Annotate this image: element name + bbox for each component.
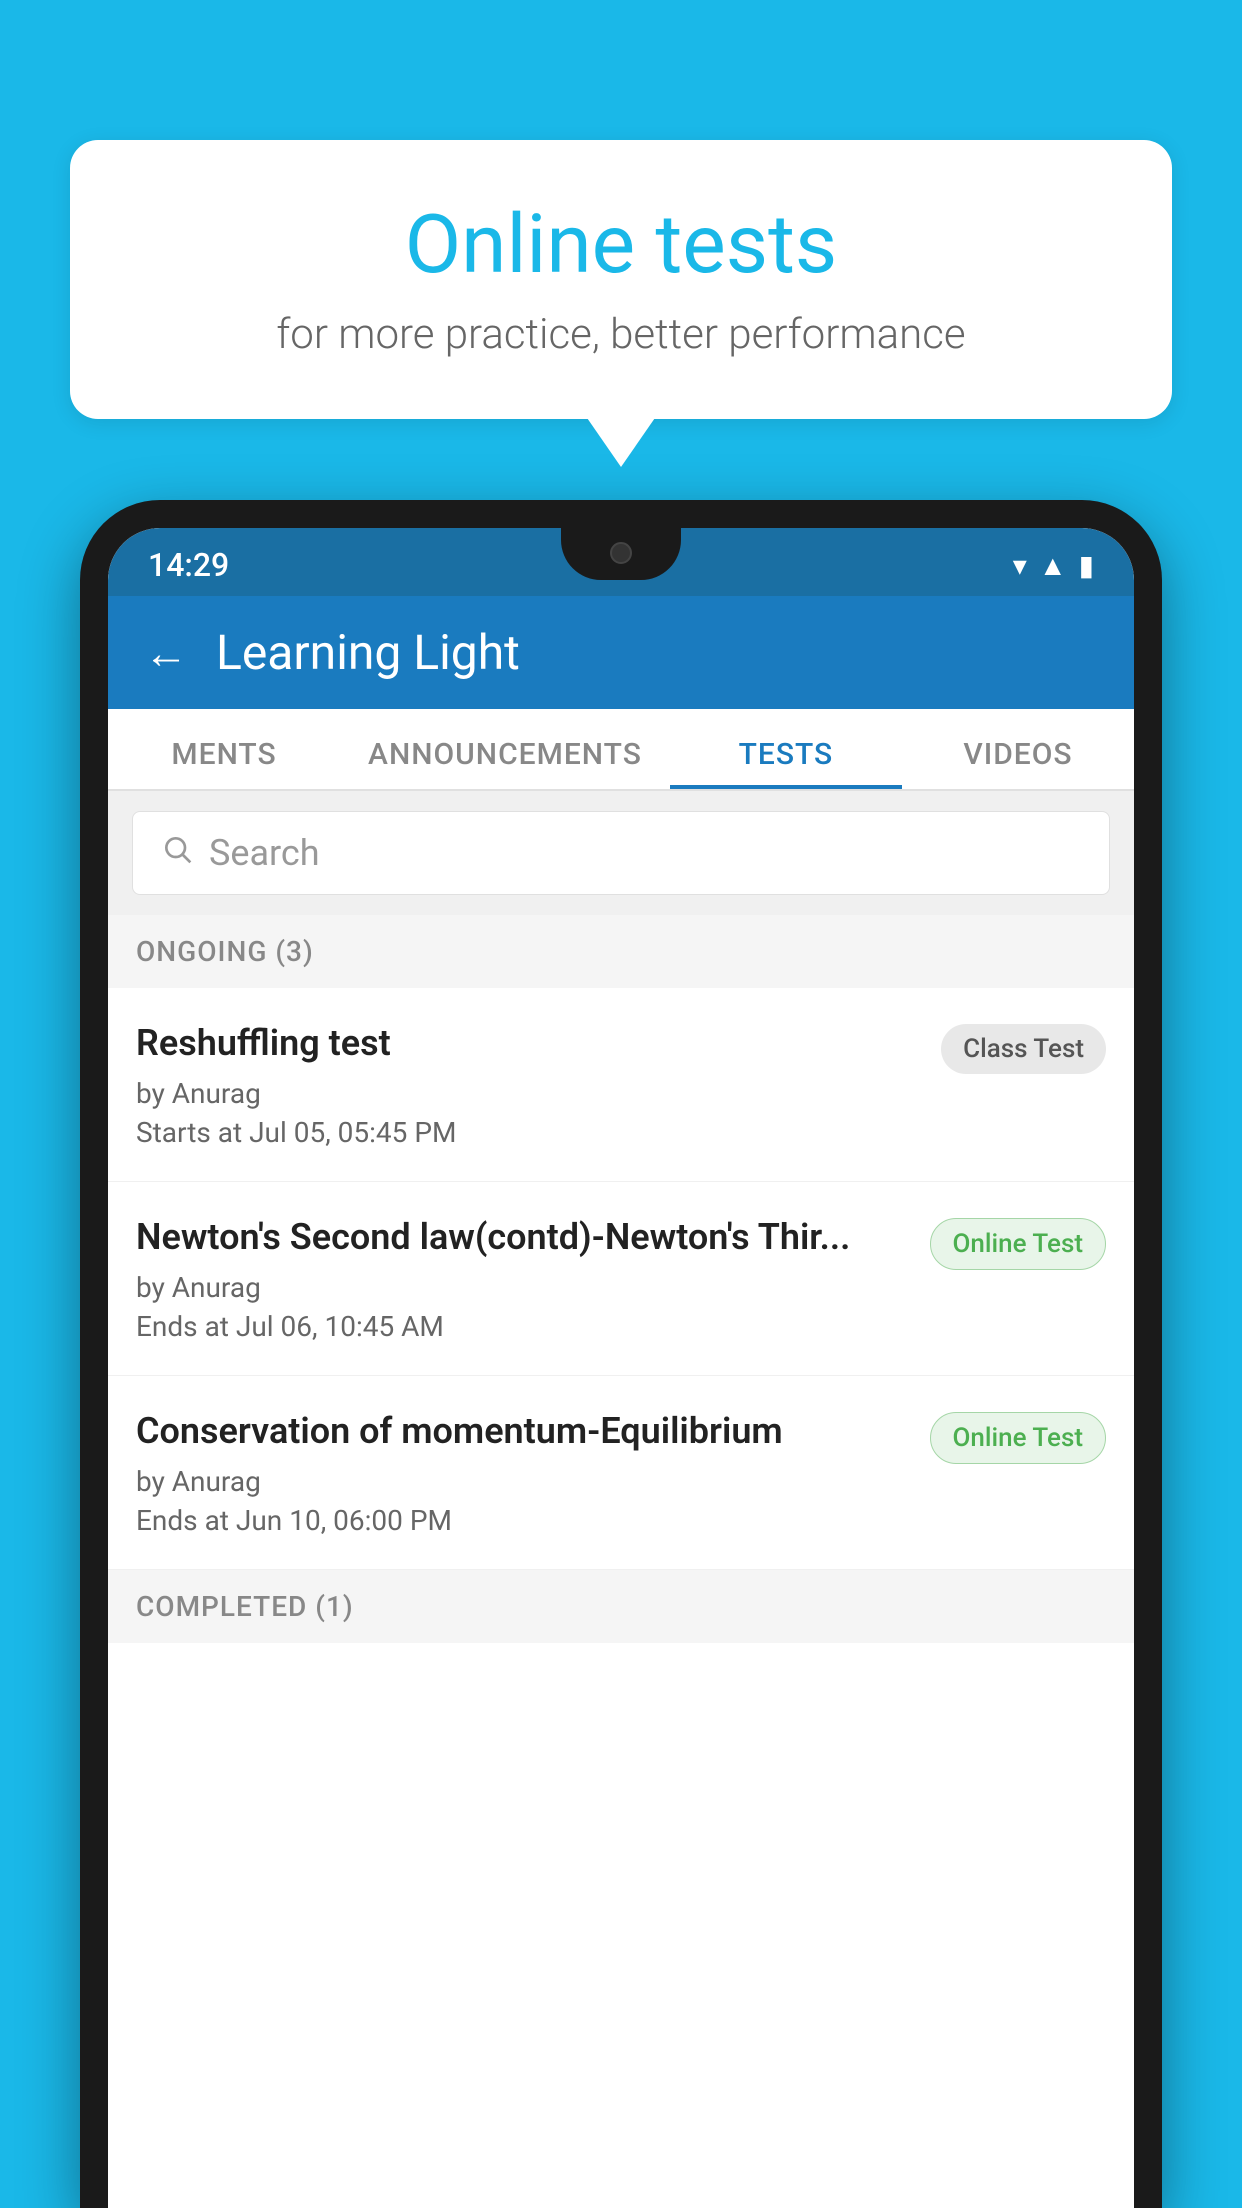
wifi-icon: ▾: [1013, 549, 1027, 582]
test-badge-class: Class Test: [941, 1024, 1106, 1074]
status-icons: ▾ ▲ ▮: [1013, 549, 1094, 582]
test-name: Newton's Second law(contd)-Newton's Thir…: [136, 1214, 910, 1261]
tab-announcements[interactable]: ANNOUNCEMENTS: [340, 709, 670, 789]
notch: [561, 528, 681, 580]
test-item[interactable]: Newton's Second law(contd)-Newton's Thir…: [108, 1182, 1134, 1376]
speech-bubble: Online tests for more practice, better p…: [70, 140, 1172, 419]
test-item[interactable]: Reshuffling test by Anurag Starts at Jul…: [108, 988, 1134, 1182]
test-info: Newton's Second law(contd)-Newton's Thir…: [136, 1214, 930, 1343]
test-time: Ends at Jun 10, 06:00 PM: [136, 1504, 910, 1537]
test-time: Starts at Jul 05, 05:45 PM: [136, 1116, 921, 1149]
bubble-subtitle: for more practice, better performance: [150, 310, 1092, 359]
tab-tests[interactable]: TESTS: [670, 709, 902, 789]
test-name: Conservation of momentum-Equilibrium: [136, 1408, 910, 1455]
completed-section-header: COMPLETED (1): [108, 1570, 1134, 1643]
app-title: Learning Light: [216, 624, 520, 681]
search-container: Search: [108, 791, 1134, 915]
signal-icon: ▲: [1039, 549, 1067, 582]
app-header: ← Learning Light: [108, 596, 1134, 709]
test-author: by Anurag: [136, 1271, 910, 1304]
test-time: Ends at Jul 06, 10:45 AM: [136, 1310, 910, 1343]
phone-frame: 14:29 ▾ ▲ ▮ ← Learning Light MENTS ANNOU…: [80, 500, 1162, 2208]
speech-bubble-container: Online tests for more practice, better p…: [70, 140, 1172, 419]
tabs-container: MENTS ANNOUNCEMENTS TESTS VIDEOS: [108, 709, 1134, 791]
test-item[interactable]: Conservation of momentum-Equilibrium by …: [108, 1376, 1134, 1570]
phone-wrapper: 14:29 ▾ ▲ ▮ ← Learning Light MENTS ANNOU…: [80, 500, 1162, 2208]
test-info: Conservation of momentum-Equilibrium by …: [136, 1408, 930, 1537]
test-list: Reshuffling test by Anurag Starts at Jul…: [108, 988, 1134, 1569]
search-icon: [161, 832, 193, 874]
search-bar[interactable]: Search: [132, 811, 1110, 895]
tab-videos[interactable]: VIDEOS: [902, 709, 1134, 789]
test-badge-online: Online Test: [930, 1218, 1107, 1270]
test-info: Reshuffling test by Anurag Starts at Jul…: [136, 1020, 941, 1149]
back-button[interactable]: ←: [144, 627, 188, 679]
camera: [610, 542, 632, 564]
status-bar: 14:29 ▾ ▲ ▮: [108, 528, 1134, 596]
ongoing-label: ONGOING (3): [136, 935, 314, 968]
search-input[interactable]: Search: [209, 832, 320, 874]
tab-ments[interactable]: MENTS: [108, 709, 340, 789]
completed-label: COMPLETED (1): [136, 1590, 354, 1623]
test-badge-online: Online Test: [930, 1412, 1107, 1464]
ongoing-section-header: ONGOING (3): [108, 915, 1134, 988]
test-author: by Anurag: [136, 1465, 910, 1498]
screen-content: Search ONGOING (3) Reshuffling test by A…: [108, 791, 1134, 2208]
phone-inner: 14:29 ▾ ▲ ▮ ← Learning Light MENTS ANNOU…: [108, 528, 1134, 2208]
test-name: Reshuffling test: [136, 1020, 921, 1067]
test-author: by Anurag: [136, 1077, 921, 1110]
bubble-title: Online tests: [150, 200, 1092, 290]
battery-icon: ▮: [1079, 549, 1094, 582]
status-time: 14:29: [148, 546, 229, 584]
